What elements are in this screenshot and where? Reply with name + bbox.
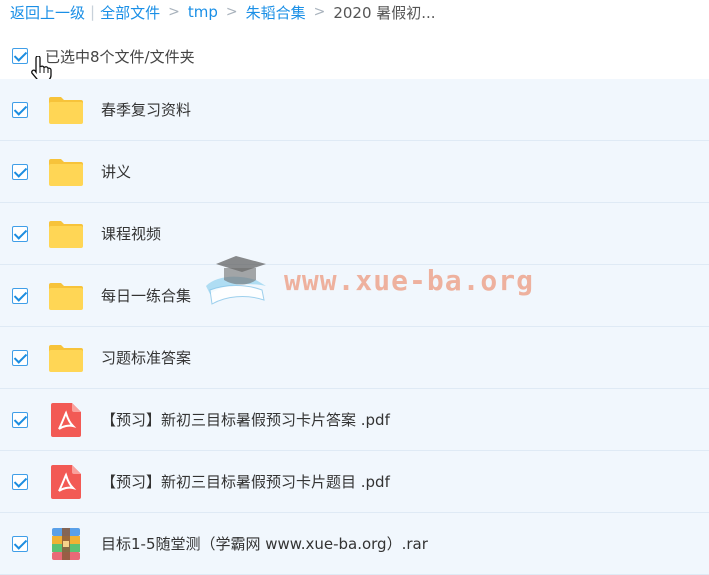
breadcrumb: 返回上一级 | 全部文件 > tmp > 朱韬合集 > 2020 暑假初... [10,0,436,24]
chevron-right-icon: > [313,4,326,20]
row-checkbox[interactable] [12,225,28,242]
file-name[interactable]: 习题标准答案 [101,347,191,368]
row-checkbox[interactable] [12,101,28,118]
folder-icon [48,278,84,314]
row-checkbox[interactable] [12,349,28,366]
selection-count-label: 已选中8个文件/文件夹 [45,47,195,66]
crumb-tmp[interactable]: tmp [188,3,218,21]
file-row[interactable]: 【预习】新初三目标暑假预习卡片答案 .pdf [0,389,709,451]
folder-icon [48,340,84,376]
back-link[interactable]: 返回上一级 [10,2,85,23]
crumb-current-folder: 2020 暑假初... [333,3,436,22]
file-row[interactable]: 【预习】新初三目标暑假预习卡片题目 .pdf [0,451,709,513]
folder-icon [48,154,84,190]
file-name[interactable]: 每日一练合集 [101,285,191,306]
file-list: 春季复习资料 讲义 课程视频 每日一练合集 习题标准答案 【预习】新初三目标暑假… [0,79,709,575]
row-checkbox[interactable] [12,411,28,428]
file-row[interactable]: 讲义 [0,141,709,203]
watermark: www.xue-ba.org [196,250,533,320]
archive-file-icon [48,526,84,562]
select-all-checkbox[interactable] [12,48,28,64]
crumb-all-files[interactable]: 全部文件 [100,2,160,23]
watermark-text: www.xue-ba.org [284,264,535,297]
file-row[interactable]: 目标1-5随堂测（学霸网 www.xue-ba.org）.rar [0,513,709,575]
row-checkbox[interactable] [12,163,28,180]
chevron-right-icon: > [225,4,238,20]
select-all-bar: 已选中8个文件/文件夹 [0,36,709,76]
pdf-file-icon [48,402,84,438]
file-name[interactable]: 【预习】新初三目标暑假预习卡片答案 .pdf [101,409,390,430]
chevron-right-icon: > [168,4,180,20]
file-name[interactable]: 目标1-5随堂测（学霸网 www.xue-ba.org）.rar [101,533,428,554]
file-row[interactable]: 习题标准答案 [0,327,709,389]
file-name[interactable]: 春季复习资料 [101,99,191,120]
graduation-cap-logo-icon [206,256,266,305]
breadcrumb-divider: | [90,3,96,21]
row-checkbox[interactable] [12,535,28,552]
file-name[interactable]: 课程视频 [101,223,161,244]
pdf-file-icon [48,464,84,500]
crumb-collection[interactable]: 朱韬合集 [246,2,306,23]
row-checkbox[interactable] [12,287,28,304]
file-name[interactable]: 讲义 [101,161,131,182]
file-name[interactable]: 【预习】新初三目标暑假预习卡片题目 .pdf [101,471,390,492]
folder-icon [48,92,84,128]
row-checkbox[interactable] [12,473,28,490]
folder-icon [48,216,84,252]
file-row[interactable]: 春季复习资料 [0,79,709,141]
